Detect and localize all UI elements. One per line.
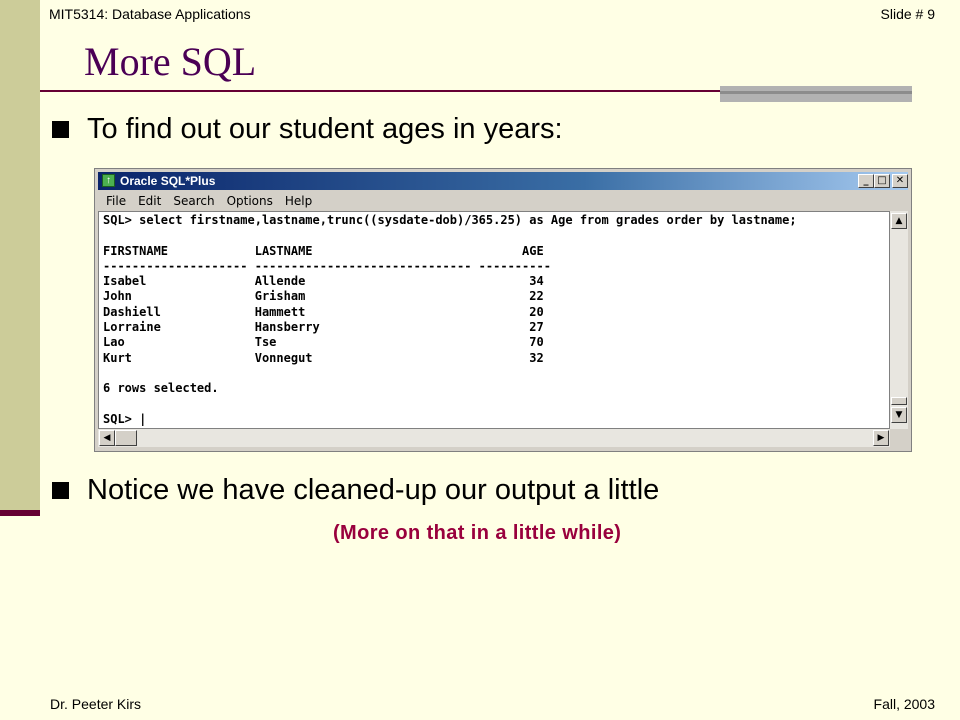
scroll-up-icon[interactable]: ▲: [891, 213, 907, 229]
scroll-down-icon[interactable]: ▼: [891, 407, 907, 423]
bullet-item: Notice we have cleaned-up our output a l…: [52, 474, 659, 507]
left-accent-marker: [0, 510, 40, 516]
scroll-right-icon[interactable]: ▶: [873, 430, 889, 446]
menu-edit[interactable]: Edit: [138, 194, 161, 208]
horizontal-scroll-thumb[interactable]: [115, 430, 137, 446]
bullet-item: To find out our student ages in years:: [52, 113, 563, 146]
author-footer: Dr. Peeter Kirs: [50, 696, 142, 712]
term-footer: Fall, 2003: [873, 696, 935, 712]
slide-title: More SQL: [84, 39, 257, 84]
menu-search[interactable]: Search: [173, 194, 214, 208]
bullet-square-icon: [52, 482, 69, 499]
sqlplus-app-icon: ↑: [102, 174, 115, 187]
bullet-square-icon: [52, 121, 69, 138]
vertical-scroll-thumb[interactable]: [891, 397, 907, 405]
sqlplus-window: ↑ Oracle SQL*Plus _ □ ✕ File Edit Search Op…: [94, 168, 912, 452]
vertical-scrollbar[interactable]: ▲ ▼: [890, 211, 908, 429]
maximize-button[interactable]: □: [874, 174, 890, 188]
menu-file[interactable]: File: [106, 194, 126, 208]
close-button[interactable]: ✕: [892, 174, 908, 188]
menu-help[interactable]: Help: [285, 194, 312, 208]
bullet-text: Notice we have cleaned-up our output a l…: [87, 474, 660, 506]
window-title: Oracle SQL*Plus: [120, 174, 216, 188]
scroll-left-icon[interactable]: ◀: [99, 430, 115, 446]
sql-console[interactable]: SQL> select firstname,lastname,trunc((sy…: [98, 211, 890, 429]
console-output: SQL> select firstname,lastname,trunc((sy…: [103, 213, 797, 426]
left-accent-bar: [0, 0, 40, 512]
minimize-button[interactable]: _: [858, 174, 874, 188]
menu-bar: File Edit Search Options Help: [98, 192, 316, 210]
title-decoration: [720, 86, 912, 102]
slide-number: Slide # 9: [880, 6, 935, 22]
menu-options[interactable]: Options: [227, 194, 273, 208]
bullet-text: To find out our student ages in years:: [87, 113, 563, 145]
follow-up-note: (More on that in a little while): [333, 522, 622, 544]
title-divider: [40, 90, 760, 92]
window-titlebar[interactable]: ↑ Oracle SQL*Plus _ □ ✕: [98, 172, 908, 190]
course-header: MIT5314: Database Applications: [49, 6, 251, 22]
horizontal-scrollbar[interactable]: ◀ ▶: [98, 429, 890, 447]
